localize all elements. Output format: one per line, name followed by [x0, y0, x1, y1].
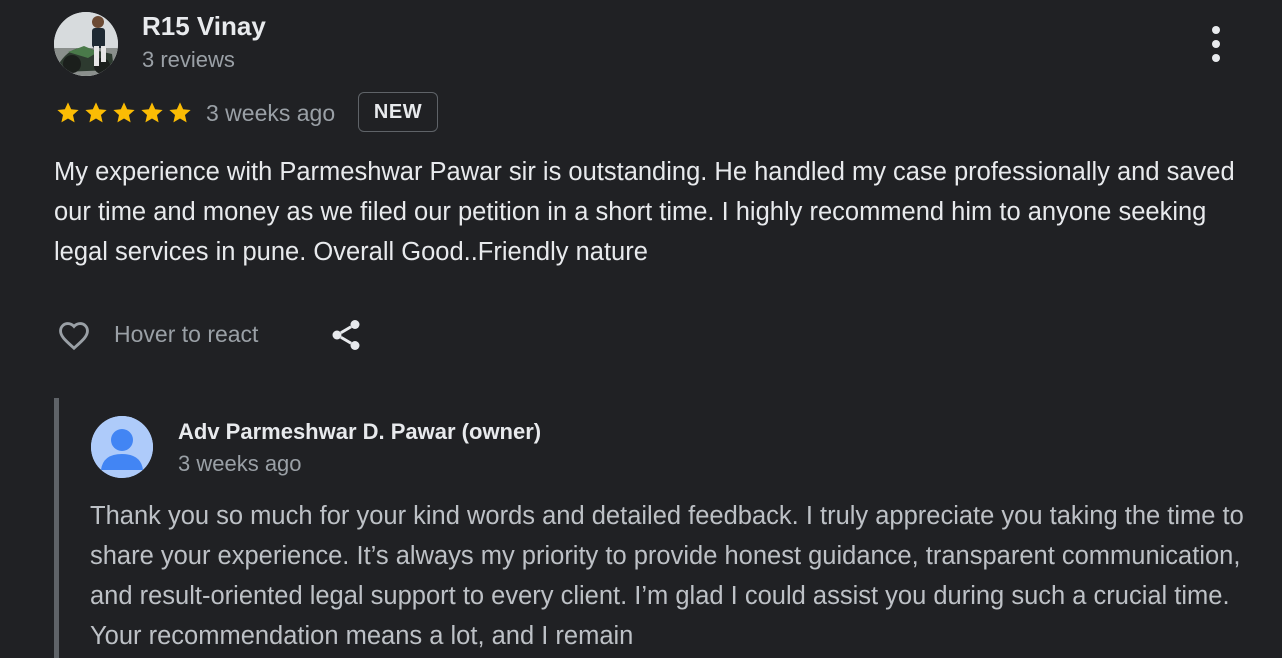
person-icon	[91, 416, 153, 478]
reviewer-name[interactable]: R15 Vinay	[142, 11, 266, 42]
reviewer-avatar[interactable]	[54, 12, 118, 76]
star-icon	[141, 102, 163, 123]
star-icon	[113, 102, 135, 123]
react-label[interactable]: Hover to react	[114, 321, 258, 348]
owner-reply: Adv Parmeshwar D. Pawar (owner) 3 weeks …	[54, 398, 1282, 658]
share-button[interactable]	[328, 316, 364, 354]
owner-avatar[interactable]	[91, 416, 153, 478]
react-button[interactable]	[54, 316, 94, 354]
owner-reply-text: Thank you so much for your kind words an…	[90, 502, 1244, 650]
review-count: 3 reviews	[142, 47, 235, 72]
review-time: 3 weeks ago	[206, 100, 336, 126]
star-rating	[54, 100, 194, 126]
owner-name: Adv Parmeshwar D. Pawar (owner)	[178, 419, 542, 444]
heart-outline-icon	[59, 322, 89, 351]
star-icon	[85, 102, 107, 123]
reviewer-photo	[54, 12, 118, 76]
star-icon	[57, 102, 79, 123]
share-icon	[332, 320, 360, 350]
review-text: My experience with Parmeshwar Pawar sir …	[54, 158, 1235, 266]
owner-reply-time: 3 weeks ago	[178, 451, 302, 476]
new-badge: NEW	[358, 92, 438, 132]
more-options-button[interactable]	[1196, 22, 1236, 66]
star-icon	[169, 102, 191, 123]
